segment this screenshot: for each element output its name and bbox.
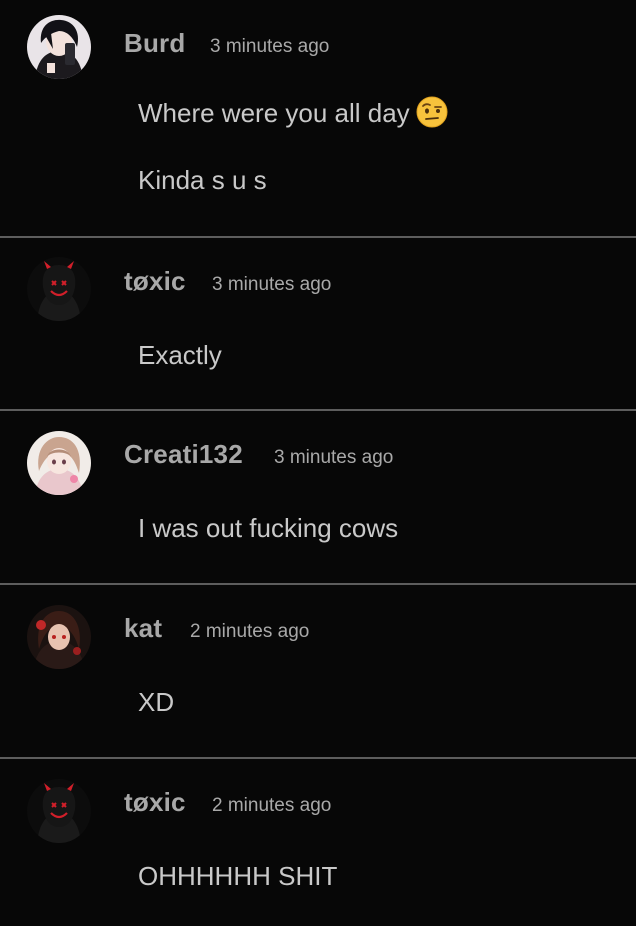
anime-boy-avatar-icon: [27, 15, 91, 79]
comment-text: XD: [138, 687, 175, 717]
comment-item: tøxic 2 minutes ago OHHHHHH SHIT: [0, 759, 636, 926]
comment-timestamp: 2 minutes ago: [212, 795, 332, 816]
raised-eyebrow-emoji-icon: [416, 96, 448, 128]
comment-item: Burd 3 minutes ago Where were you all da…: [0, 0, 636, 238]
red-devil-mask-avatar-icon: [27, 257, 91, 321]
comment-item: kat 2 minutes ago XD: [0, 585, 636, 759]
comment-text: OHHHHHH SHIT: [138, 861, 338, 891]
comment-text: Where were you all day: [138, 98, 410, 128]
comment-author[interactable]: tøxic: [124, 787, 186, 818]
comment-author[interactable]: Burd: [124, 28, 185, 59]
comment-item: Creati132 3 minutes ago I was out fuckin…: [0, 411, 636, 585]
comment-author[interactable]: kat: [124, 613, 162, 644]
avatar[interactable]: [27, 15, 91, 79]
comment-text-line: Where were you all day: [138, 96, 448, 129]
comment-text: Kinda s u s: [138, 165, 267, 195]
comment-timestamp: 3 minutes ago: [212, 274, 332, 295]
avatar[interactable]: [27, 779, 91, 843]
avatar[interactable]: [27, 431, 91, 495]
comment-author[interactable]: tøxic: [124, 266, 186, 297]
comment-item: tøxic 3 minutes ago Exactly: [0, 238, 636, 411]
comment-thread: Burd 3 minutes ago Where were you all da…: [0, 0, 636, 926]
comment-timestamp: 3 minutes ago: [274, 447, 394, 468]
comment-text: Exactly: [138, 340, 222, 370]
avatar[interactable]: [27, 257, 91, 321]
comment-timestamp: 2 minutes ago: [190, 621, 310, 642]
comment-timestamp: 3 minutes ago: [210, 36, 330, 57]
anime-girl-red-avatar-icon: [27, 605, 91, 669]
comment-text: I was out fucking cows: [138, 513, 399, 543]
comment-author[interactable]: Creati132: [124, 439, 243, 470]
avatar[interactable]: [27, 605, 91, 669]
red-devil-mask-avatar-icon: [27, 779, 91, 843]
anime-girl-avatar-icon: [27, 431, 91, 495]
